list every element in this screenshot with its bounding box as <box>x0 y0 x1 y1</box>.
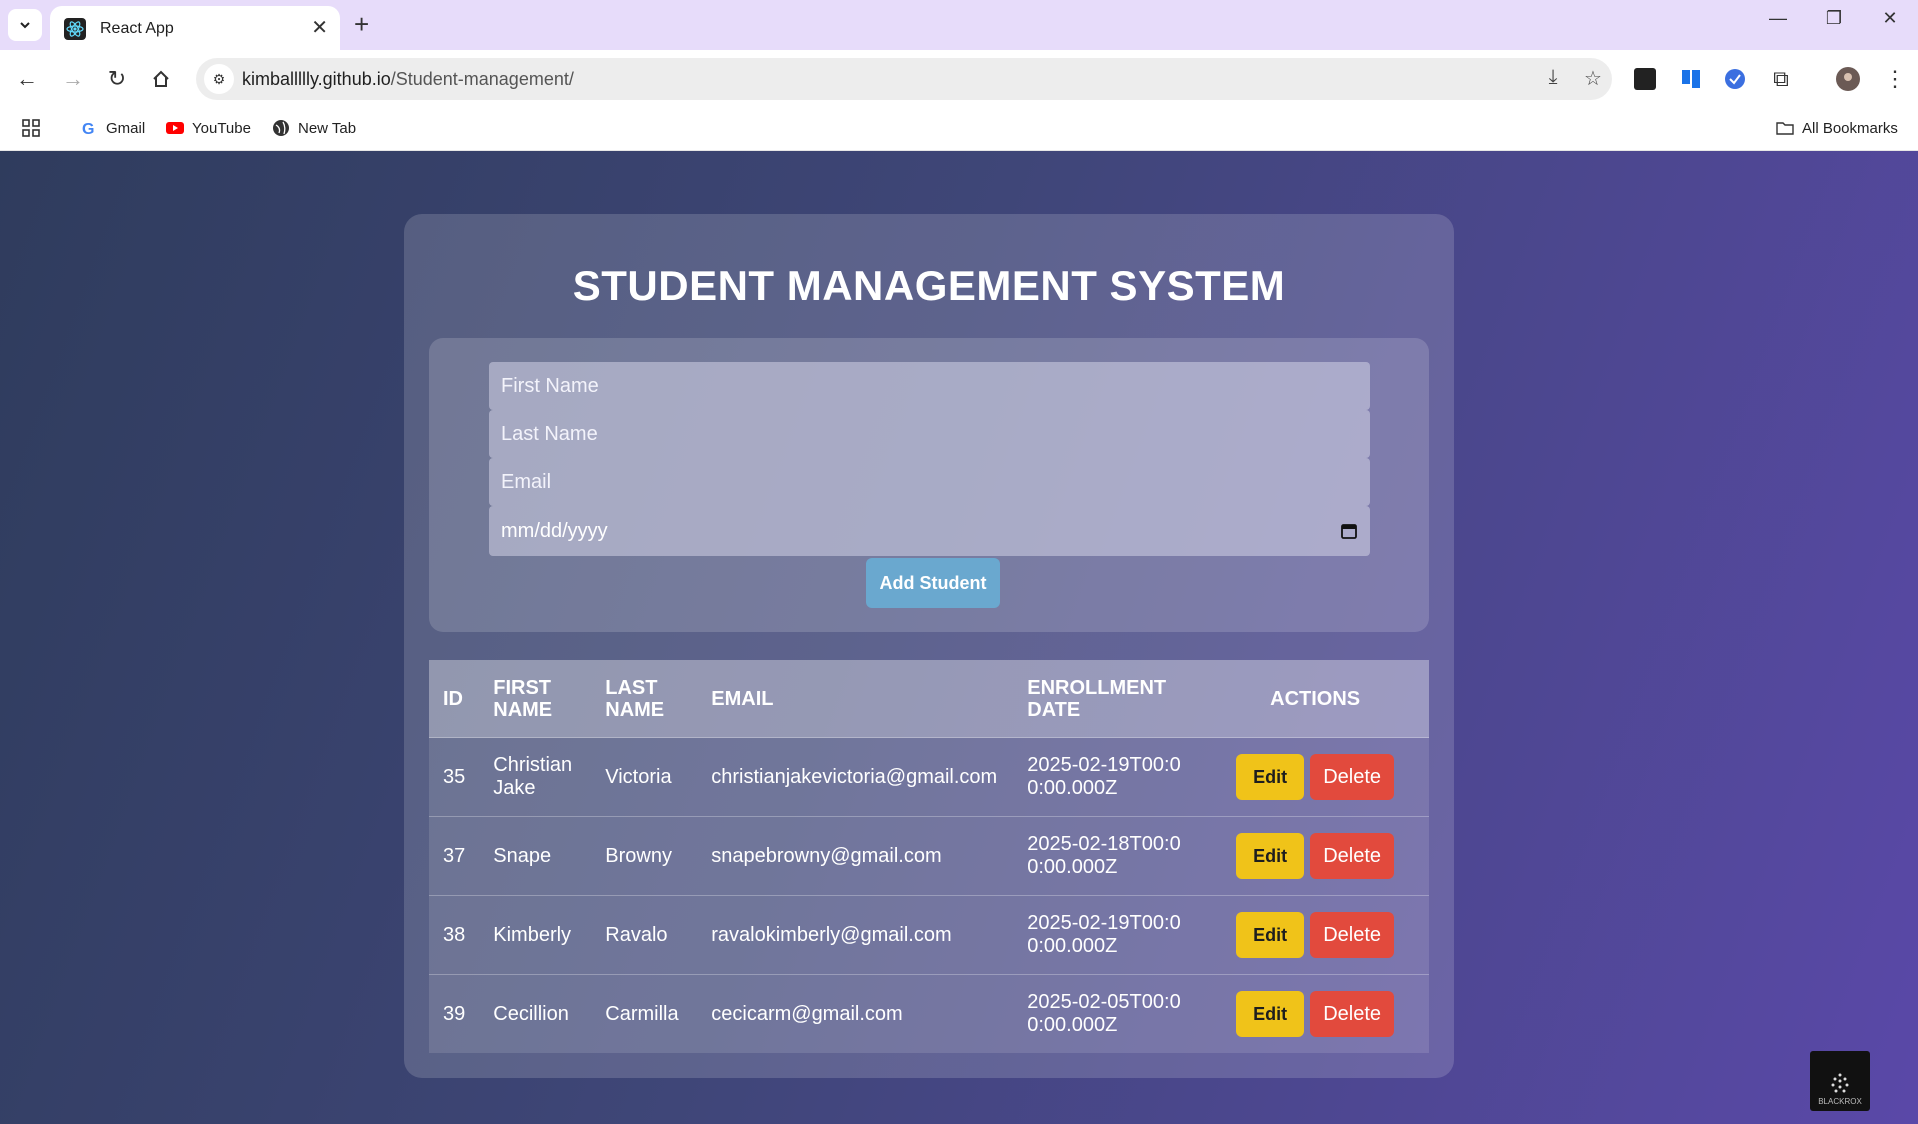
edit-button[interactable]: Edit <box>1236 991 1305 1037</box>
back-icon[interactable]: ← <box>12 64 42 94</box>
edit-button[interactable]: Edit <box>1236 833 1305 879</box>
first-name-input[interactable] <box>489 362 1370 410</box>
header-enrollment-date: ENROLLMENT DATE <box>1027 676 1167 721</box>
cell-last-name: Browny <box>591 816 698 896</box>
react-icon <box>64 18 86 40</box>
home-icon[interactable] <box>146 64 176 94</box>
cell-actions: Edit Delete <box>1201 974 1429 1053</box>
last-name-input[interactable] <box>489 410 1370 458</box>
edit-button[interactable]: Edit <box>1236 912 1305 958</box>
cell-id: 35 <box>429 737 480 817</box>
cell-first-name: Cecillion <box>479 974 592 1053</box>
site-info-icon[interactable]: ⚙ <box>204 64 234 94</box>
forward-icon[interactable]: → <box>58 64 88 94</box>
tab-search-button[interactable] <box>8 9 42 41</box>
extension-blue-icon[interactable] <box>1680 68 1702 90</box>
menu-kebab-icon[interactable]: ⋮ <box>1880 64 1910 94</box>
cell-id: 37 <box>429 816 480 896</box>
url-text: kimballllly.github.io/Student-management… <box>242 69 574 89</box>
browser-tab[interactable]: React App ✕ <box>50 6 340 50</box>
cell-email: snapebrowny@gmail.com <box>697 816 1014 896</box>
cell-enrollment-date: 2025-02-05T00:00:00.000Z <box>1013 974 1202 1053</box>
reload-icon[interactable]: ↻ <box>102 64 132 94</box>
delete-button[interactable]: Delete <box>1310 991 1395 1037</box>
avatar[interactable] <box>1836 67 1860 91</box>
page-viewport: STUDENT MANAGEMENT SYSTEM mm/dd/yyyy Add… <box>0 151 1918 1124</box>
restore-icon[interactable]: ❐ <box>1814 8 1854 29</box>
table-row: 35 Christian Jake Victoria christianjake… <box>429 737 1429 817</box>
table-row: 39 Cecillion Carmilla cecicarm@gmail.com… <box>429 974 1429 1053</box>
youtube-icon <box>166 122 184 134</box>
cell-first-name: Kimberly <box>479 895 592 975</box>
address-bar[interactable]: ⚙ kimballllly.github.io/Student-manageme… <box>196 58 1612 100</box>
header-actions: ACTIONS <box>1270 687 1361 710</box>
bookmark-new-tab[interactable]: New Tab <box>272 119 356 137</box>
bookmark-gmail[interactable]: G Gmail <box>80 119 145 138</box>
globe-icon <box>273 120 289 136</box>
close-window-icon[interactable]: ✕ <box>1870 8 1910 29</box>
dots-logo-icon <box>1831 1073 1849 1093</box>
students-table: ID FIRST NAME LAST NAME EMAIL ENROLLMENT… <box>429 660 1429 1053</box>
apps-grid-icon[interactable] <box>22 119 40 137</box>
table-header-row: ID FIRST NAME LAST NAME EMAIL ENROLLMENT… <box>429 660 1429 738</box>
cell-enrollment-date: 2025-02-19T00:00:00.000Z <box>1013 737 1202 817</box>
delete-button[interactable]: Delete <box>1310 754 1395 800</box>
calendar-icon[interactable] <box>1340 522 1358 540</box>
cell-actions: Edit Delete <box>1201 895 1429 975</box>
extension-dark-icon[interactable] <box>1634 68 1656 90</box>
table-row: 37 Snape Browny snapebrowny@gmail.com 20… <box>429 816 1429 896</box>
extensions-puzzle-icon[interactable]: ⧉ <box>1766 64 1796 94</box>
main-card: STUDENT MANAGEMENT SYSTEM mm/dd/yyyy Add… <box>404 214 1454 1078</box>
cell-actions: Edit Delete <box>1201 737 1429 817</box>
cell-id: 38 <box>429 895 480 975</box>
tab-title: React App <box>100 20 174 37</box>
chevron-down-icon <box>20 22 30 29</box>
bookmark-youtube[interactable]: YouTube <box>166 119 251 137</box>
extension-check-icon[interactable] <box>1724 68 1746 90</box>
cell-last-name: Carmilla <box>591 974 698 1053</box>
delete-button[interactable]: Delete <box>1310 912 1395 958</box>
cell-first-name: Snape <box>479 816 592 896</box>
google-icon: G <box>82 121 94 137</box>
watermark-text: BLACKROX <box>1818 1097 1862 1106</box>
email-input[interactable] <box>489 458 1370 506</box>
header-first-name: FIRST NAME <box>493 676 553 721</box>
svg-text:G: G <box>82 121 94 137</box>
browser-toolbar: ← → ↻ ⚙ kimballllly.github.io/Student-ma… <box>0 50 1918 108</box>
cell-id: 39 <box>429 974 480 1053</box>
blackrox-logo: BLACKROX <box>1810 1051 1870 1111</box>
cell-enrollment-date: 2025-02-18T00:00:00.000Z <box>1013 816 1202 896</box>
page-title: STUDENT MANAGEMENT SYSTEM <box>572 262 1286 309</box>
student-form: mm/dd/yyyy Add Student <box>429 338 1429 632</box>
cell-email: ravalokimberly@gmail.com <box>697 895 1014 975</box>
header-last-name: LAST NAME <box>605 676 665 721</box>
cell-email: cecicarm@gmail.com <box>697 974 1014 1053</box>
cell-enrollment-date: 2025-02-19T00:00:00.000Z <box>1013 895 1202 975</box>
delete-button[interactable]: Delete <box>1310 833 1395 879</box>
cell-last-name: Victoria <box>591 737 698 817</box>
header-id: ID <box>443 687 463 710</box>
install-app-icon[interactable]: ⤓ <box>1540 66 1566 89</box>
enrollment-date-input[interactable]: mm/dd/yyyy <box>489 506 1370 556</box>
bookmark-star-icon[interactable]: ☆ <box>1580 66 1606 91</box>
bookmarks-bar: G Gmail YouTube New Tab All Bookmarks <box>0 108 1918 151</box>
header-email: EMAIL <box>711 687 774 710</box>
close-tab-icon[interactable]: ✕ <box>311 16 328 40</box>
new-tab-icon[interactable]: + <box>354 10 369 38</box>
cell-first-name: Christian Jake <box>479 737 592 817</box>
cell-last-name: Ravalo <box>591 895 698 975</box>
add-student-button[interactable]: Add Student <box>866 558 1000 608</box>
all-bookmarks[interactable]: All Bookmarks <box>1776 119 1898 137</box>
table-row: 38 Kimberly Ravalo ravalokimberly@gmail.… <box>429 895 1429 975</box>
date-placeholder: mm/dd/yyyy <box>501 519 608 542</box>
minimize-icon[interactable]: — <box>1758 8 1798 29</box>
folder-icon <box>1776 122 1794 135</box>
browser-tab-bar: React App ✕ + — ❐ ✕ <box>0 0 1918 50</box>
edit-button[interactable]: Edit <box>1236 754 1305 800</box>
cell-email: christianjakevictoria@gmail.com <box>697 737 1014 817</box>
cell-actions: Edit Delete <box>1201 816 1429 896</box>
